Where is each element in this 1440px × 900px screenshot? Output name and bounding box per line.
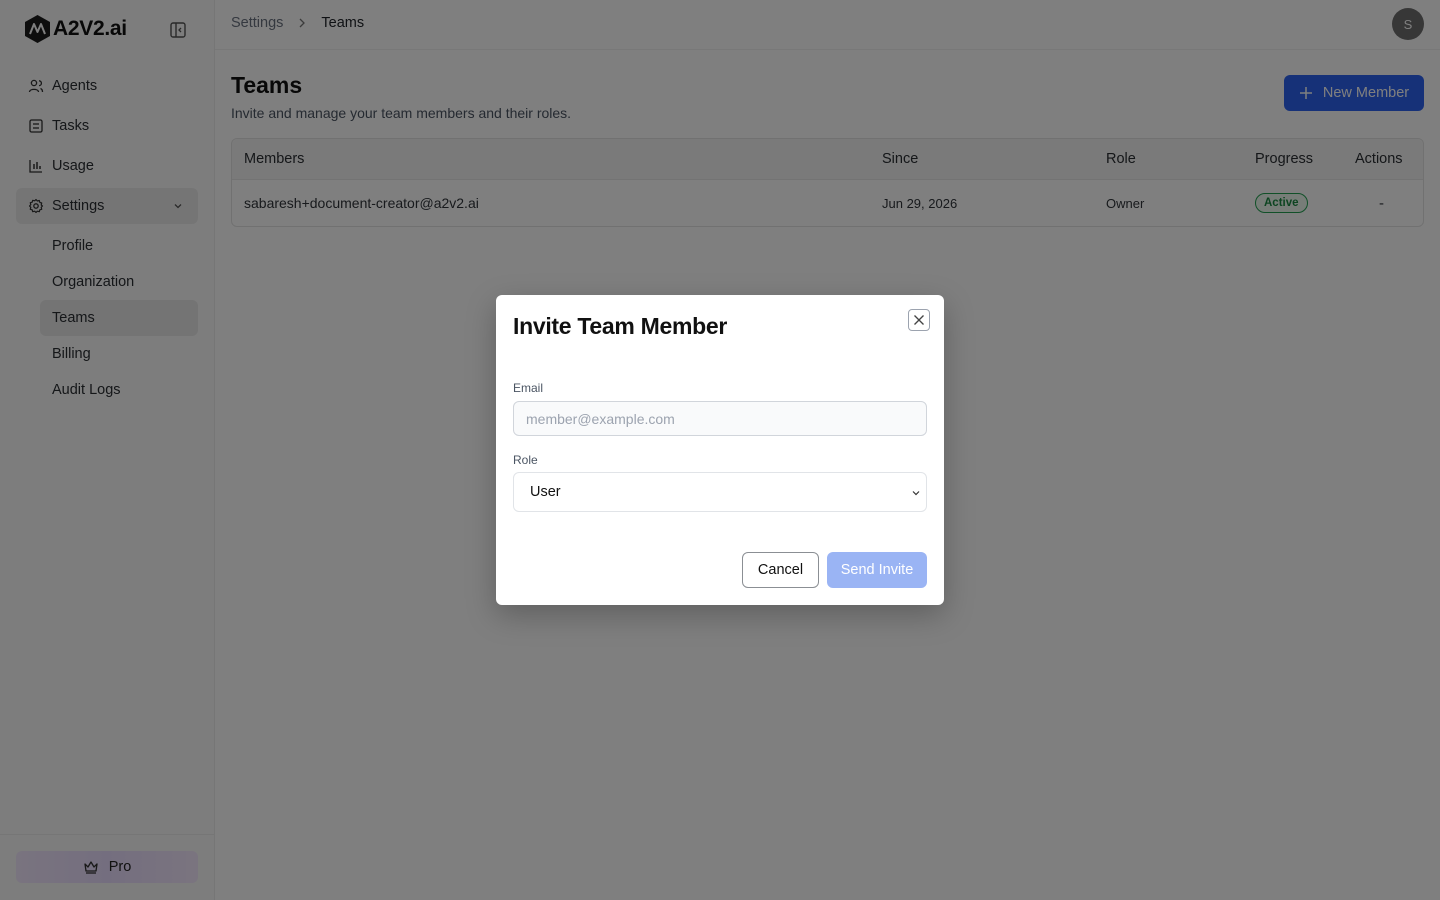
cancel-button[interactable]: Cancel	[742, 552, 819, 588]
email-label: Email	[513, 381, 544, 395]
chevron-down-icon	[912, 491, 920, 496]
close-icon	[914, 315, 924, 325]
modal-title: Invite Team Member	[513, 313, 728, 339]
role-label: Role	[513, 453, 538, 467]
email-field[interactable]	[513, 401, 927, 436]
close-button[interactable]	[908, 309, 930, 331]
invite-modal: Invite Team Member Email Role User Cance…	[496, 295, 944, 605]
role-select[interactable]: User	[513, 472, 927, 512]
role-value: User	[530, 484, 561, 500]
send-invite-button[interactable]: Send Invite	[827, 552, 927, 588]
